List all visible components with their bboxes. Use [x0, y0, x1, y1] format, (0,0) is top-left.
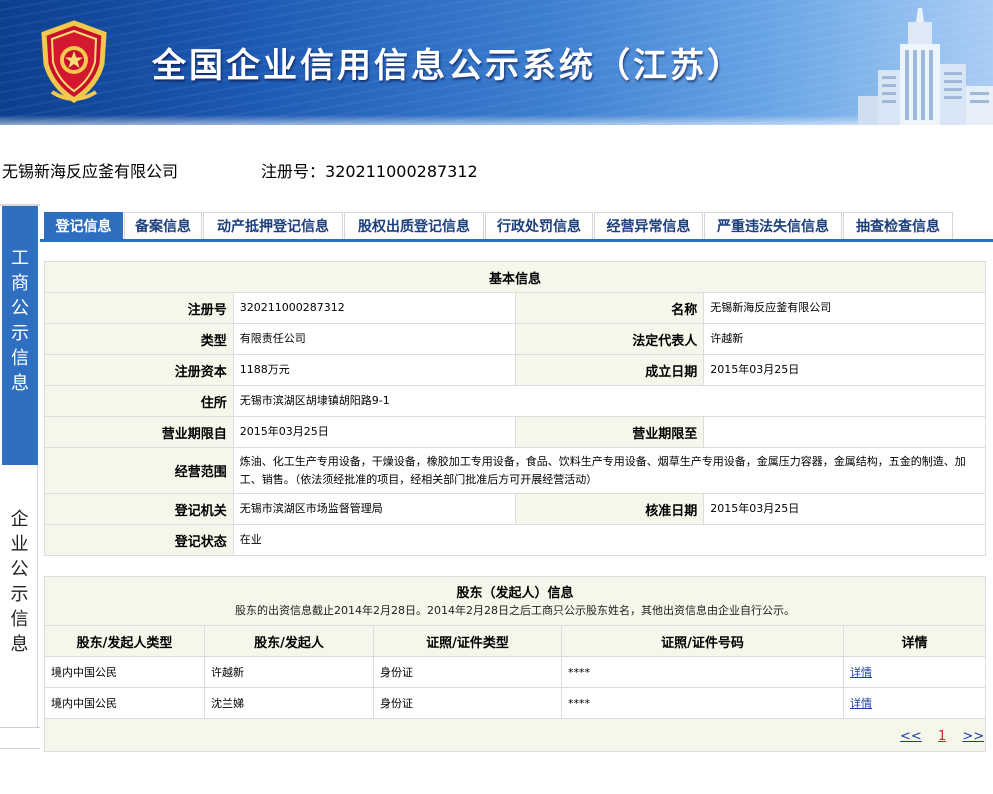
field-scope: 炼油、化工生产专用设备，干燥设备，橡胶加工专用设备，食品、饮料生产专用设备、烟草…: [232, 447, 987, 494]
side-nav-qiye[interactable]: 企 业 公 示 信 息: [2, 465, 38, 727]
company-reg: 注册号：320211000287312: [261, 158, 478, 182]
field-term-from: 2015年03月25日: [232, 416, 516, 448]
column-header: 证照/证件号码: [561, 625, 844, 657]
pager-page[interactable]: 1: [938, 729, 946, 744]
shareholder-id-type: 身份证: [373, 687, 562, 719]
tab-underline: [40, 239, 993, 242]
pager-next[interactable]: >>: [962, 729, 984, 744]
side-nav-char: 信: [11, 348, 29, 369]
column-header: 股东/发起人: [204, 625, 374, 657]
side-nav-char: 公: [10, 559, 29, 580]
tab-registration[interactable]: 登记信息: [44, 212, 123, 239]
building-icon: [858, 8, 993, 125]
field-capital: 1188万元: [232, 354, 516, 386]
pagination: << 1 >>: [900, 729, 993, 744]
field-label: 营业期限自: [44, 416, 234, 448]
side-nav-divider: [0, 748, 40, 749]
field-label: 营业期限至: [514, 416, 705, 448]
field-authority: 无锡市滨湖区市场监督管理局: [232, 493, 516, 525]
reg-number: 320211000287312: [325, 162, 478, 181]
field-term-to: [703, 416, 986, 448]
field-label: 注册资本: [44, 354, 234, 386]
field-label: 住所: [44, 385, 234, 417]
side-nav-char: 商: [11, 273, 29, 294]
basic-info-table: 基本信息 注册号 320211000287312 名称 无锡新海反应釜有限公司 …: [44, 261, 987, 556]
shareholder-type: 境内中国公民: [44, 656, 205, 688]
side-nav-char: 示: [11, 323, 29, 344]
side-nav-char: 工: [11, 248, 29, 269]
side-nav-divider: [0, 727, 40, 728]
table-row: 境内中国公民 沈兰娣 身份证 **** 详情: [44, 687, 986, 719]
field-label: 类型: [44, 323, 234, 355]
company-header: 无锡新海反应釜有限公司 注册号：320211000287312: [2, 158, 478, 182]
side-nav-char: 公: [11, 298, 29, 319]
tab-abnormal-operation[interactable]: 经营异常信息: [594, 212, 703, 239]
company-name: 无锡新海反应釜有限公司: [2, 162, 179, 181]
column-header: 股东/发起人类型: [44, 625, 205, 657]
tab-spot-check[interactable]: 抽查检查信息: [843, 212, 953, 239]
field-label: 法定代表人: [514, 323, 705, 355]
side-nav-gongshang[interactable]: 工 商 公 示 信 息: [2, 206, 38, 465]
field-reg-no: 320211000287312: [232, 292, 516, 324]
side-nav-char: 示: [10, 584, 29, 605]
shareholders-title: 股东（发起人）信息: [456, 586, 574, 601]
field-approval: 2015年03月25日: [703, 493, 986, 525]
field-founded: 2015年03月25日: [703, 354, 986, 386]
tab-filing[interactable]: 备案信息: [124, 212, 202, 239]
field-address: 无锡市滨湖区胡埭镇胡阳路9-1: [232, 385, 987, 417]
field-legal-rep: 许越新: [703, 323, 986, 355]
detail-link[interactable]: 详情: [850, 697, 872, 710]
side-nav-char: 业: [10, 534, 29, 555]
basic-info-caption: 基本信息: [44, 261, 986, 293]
side-nav-char: 企: [10, 509, 29, 530]
side-nav-char: 息: [10, 634, 29, 655]
tab-admin-penalty[interactable]: 行政处罚信息: [485, 212, 593, 239]
shareholder-id-no: ****: [561, 656, 844, 688]
shareholders-note: 股东的出资信息截止2014年2月28日。2014年2月28日之后工商只公示股东姓…: [235, 604, 795, 617]
field-label: 注册号: [44, 292, 234, 324]
tab-serious-violation[interactable]: 严重违法失信信息: [704, 212, 842, 239]
side-nav-char: 信: [10, 609, 29, 630]
shareholders-table: 股东/发起人类型 股东/发起人 证照/证件类型 证照/证件号码 详情 境内中国公…: [44, 625, 986, 719]
field-label: 登记状态: [44, 524, 234, 556]
reg-label: 注册号：: [261, 162, 326, 181]
shareholder-type: 境内中国公民: [44, 687, 205, 719]
field-type: 有限责任公司: [232, 323, 516, 355]
field-label: 名称: [514, 292, 705, 324]
site-title: 全国企业信用信息公示系统（江苏）: [152, 46, 744, 86]
field-status: 在业: [232, 524, 987, 556]
tab-chattel-mortgage[interactable]: 动产抵押登记信息: [203, 212, 343, 239]
field-name: 无锡新海反应釜有限公司: [703, 292, 986, 324]
shareholder-name: 许越新: [204, 656, 374, 688]
field-label: 核准日期: [514, 493, 705, 525]
field-label: 成立日期: [514, 354, 705, 386]
emblem-icon: [41, 20, 107, 103]
shareholder-id-no: ****: [561, 687, 844, 719]
banner-floor: [0, 115, 993, 125]
pager-prev[interactable]: <<: [900, 729, 922, 744]
shareholder-name: 沈兰娣: [204, 687, 374, 719]
column-header: 详情: [843, 625, 986, 657]
column-header: 证照/证件类型: [373, 625, 562, 657]
field-label: 登记机关: [44, 493, 234, 525]
tab-equity-pledge[interactable]: 股权出质登记信息: [344, 212, 484, 239]
field-label: 经营范围: [44, 447, 234, 494]
site-banner: 全国企业信用信息公示系统（江苏）: [0, 0, 993, 125]
table-row: 境内中国公民 许越新 身份证 **** 详情: [44, 656, 986, 688]
detail-link[interactable]: 详情: [850, 666, 872, 679]
shareholder-id-type: 身份证: [373, 656, 562, 688]
side-nav-char: 息: [11, 373, 29, 394]
